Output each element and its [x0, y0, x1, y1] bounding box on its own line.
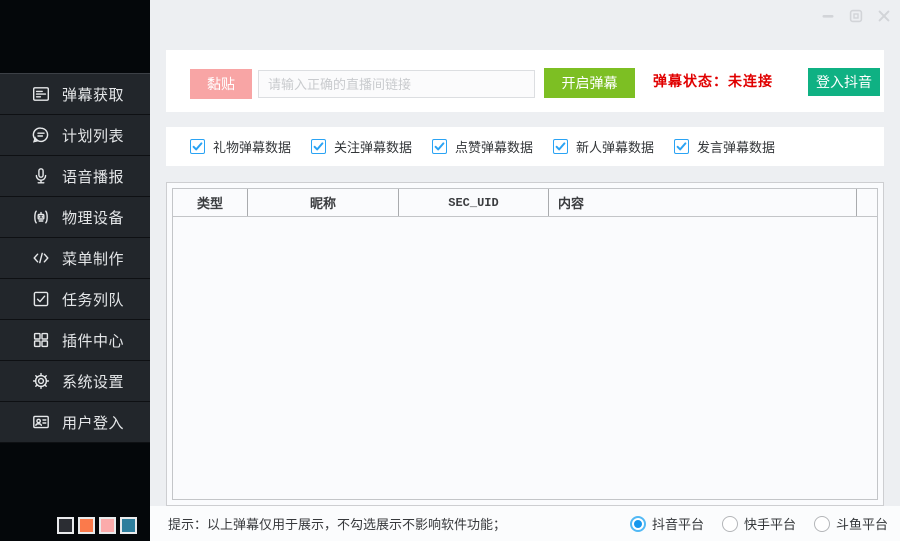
theme-swatch-dark[interactable] [57, 517, 74, 534]
filter-newcomer-danmaku[interactable]: 新人弹幕数据 [553, 137, 674, 156]
connection-card: 黏贴 开启弹幕 弹幕状态：未连接 登入抖音 [166, 50, 884, 112]
room-link-input[interactable] [258, 70, 535, 98]
theme-swatch-teal[interactable] [120, 517, 137, 534]
column-header-sec-uid: SEC_UID [399, 189, 549, 216]
checkbox-checked-icon[interactable] [432, 139, 447, 154]
user-card-icon [31, 412, 51, 432]
platform-douyu[interactable]: 斗鱼平台 [814, 514, 888, 533]
plugin-grid-icon [31, 330, 51, 350]
radio-unselected-icon[interactable] [814, 516, 830, 532]
filter-like-danmaku[interactable]: 点赞弹幕数据 [432, 137, 553, 156]
sidebar-item-label: 用户登入 [62, 412, 124, 433]
checkbox-checked-icon[interactable] [190, 139, 205, 154]
task-check-icon [31, 289, 51, 309]
sidebar-item-label: 插件中心 [62, 330, 124, 351]
table-body-empty [173, 217, 877, 499]
platform-label: 斗鱼平台 [836, 514, 888, 533]
sidebar-item-plan-list[interactable]: 计划列表 [0, 115, 150, 156]
sidebar-item-label: 弹幕获取 [62, 84, 124, 105]
sidebar-item-physical-device[interactable]: 物理设备 [0, 197, 150, 238]
platform-radio-group: 抖音平台 快手平台 斗鱼平台 [630, 514, 888, 533]
danmaku-panel-icon [31, 84, 51, 104]
platform-label: 抖音平台 [652, 514, 704, 533]
physical-device-icon [31, 207, 51, 227]
sidebar-item-label: 语音播报 [62, 166, 124, 187]
table-header-row: 类型 昵称 SEC_UID 内容 [173, 189, 877, 217]
sidebar: 弹幕获取 计划列表 语音播报 [0, 0, 150, 541]
gear-icon [31, 371, 51, 391]
sidebar-item-label: 菜单制作 [62, 248, 124, 269]
sidebar-item-label: 物理设备 [62, 207, 124, 228]
filter-label: 关注弹幕数据 [334, 137, 412, 156]
danmaku-status-text: 弹幕状态：未连接 [653, 50, 773, 112]
microphone-icon [31, 166, 51, 186]
minimize-icon[interactable] [820, 8, 835, 23]
column-header-type: 类型 [173, 189, 248, 216]
filter-label: 发言弹幕数据 [697, 137, 775, 156]
column-header-nickname: 昵称 [248, 189, 399, 216]
sidebar-item-label: 任务列队 [62, 289, 124, 310]
sidebar-item-label: 计划列表 [62, 125, 124, 146]
filter-follow-danmaku[interactable]: 关注弹幕数据 [311, 137, 432, 156]
platform-label: 快手平台 [744, 514, 796, 533]
radio-unselected-icon[interactable] [722, 516, 738, 532]
danmaku-table: 类型 昵称 SEC_UID 内容 [172, 188, 878, 500]
sidebar-item-plugin-center[interactable]: 插件中心 [0, 320, 150, 361]
radio-selected-icon[interactable] [630, 516, 646, 532]
sidebar-item-task-queue[interactable]: 任务列队 [0, 279, 150, 320]
window-controls [820, 8, 891, 23]
filter-gift-danmaku[interactable]: 礼物弹幕数据 [190, 137, 311, 156]
start-danmaku-button[interactable]: 开启弹幕 [544, 68, 635, 98]
platform-douyin[interactable]: 抖音平台 [630, 514, 704, 533]
code-icon [31, 248, 51, 268]
filter-label: 点赞弹幕数据 [455, 137, 533, 156]
plan-list-icon [31, 125, 51, 145]
footer-hint-text: 提示：以上弹幕仅用于展示，不勾选展示不影响软件功能； [168, 514, 506, 533]
sidebar-item-voice-broadcast[interactable]: 语音播报 [0, 156, 150, 197]
douyin-login-button[interactable]: 登入抖音 [808, 68, 880, 96]
sidebar-item-user-login[interactable]: 用户登入 [0, 402, 150, 443]
platform-kuaishou[interactable]: 快手平台 [722, 514, 796, 533]
checkbox-checked-icon[interactable] [553, 139, 568, 154]
checkbox-checked-icon[interactable] [311, 139, 326, 154]
theme-swatches [57, 517, 137, 534]
filter-card: 礼物弹幕数据 关注弹幕数据 点赞弹幕数据 新人弹幕数据 发言弹幕数据 [166, 127, 884, 166]
filter-label: 礼物弹幕数据 [213, 137, 291, 156]
danmaku-table-panel: 类型 昵称 SEC_UID 内容 [166, 182, 884, 506]
paste-button[interactable]: 黏贴 [190, 69, 252, 99]
column-header-content: 内容 [549, 189, 857, 216]
checkbox-checked-icon[interactable] [674, 139, 689, 154]
footer-bar: 提示：以上弹幕仅用于展示，不勾选展示不影响软件功能； 抖音平台 快手平台 斗鱼平… [150, 506, 900, 541]
close-icon[interactable] [876, 8, 891, 23]
sidebar-item-system-settings[interactable]: 系统设置 [0, 361, 150, 402]
logo-area [0, 0, 150, 73]
sidebar-item-label: 系统设置 [62, 371, 124, 392]
sidebar-menu: 弹幕获取 计划列表 语音播报 [0, 73, 150, 443]
filter-label: 新人弹幕数据 [576, 137, 654, 156]
sidebar-item-menu-maker[interactable]: 菜单制作 [0, 238, 150, 279]
column-header-spacer [857, 189, 877, 216]
sidebar-item-danmaku-fetch[interactable]: 弹幕获取 [0, 74, 150, 115]
theme-swatch-orange[interactable] [78, 517, 95, 534]
filter-chat-danmaku[interactable]: 发言弹幕数据 [674, 137, 795, 156]
maximize-icon[interactable] [848, 8, 863, 23]
theme-swatch-pink[interactable] [99, 517, 116, 534]
